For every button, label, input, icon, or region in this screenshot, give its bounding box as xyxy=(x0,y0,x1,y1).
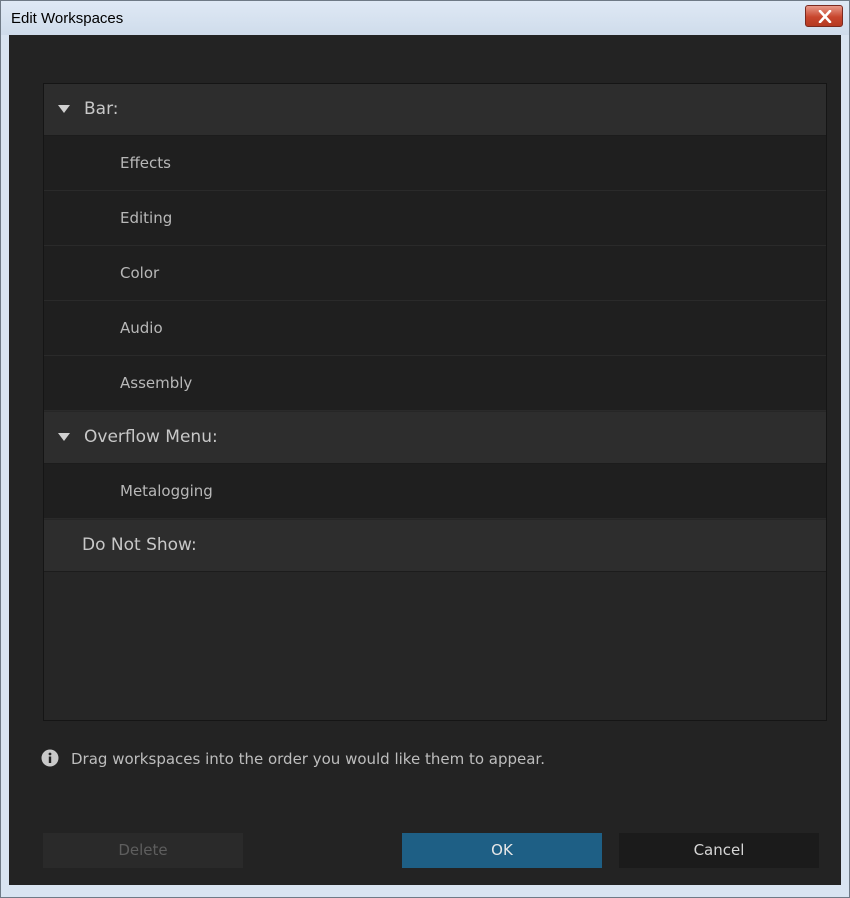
workspace-item-color[interactable]: Color xyxy=(44,246,826,301)
cancel-button[interactable]: Cancel xyxy=(619,833,819,868)
ok-button[interactable]: OK xyxy=(402,833,602,868)
edit-workspaces-dialog: Edit Workspaces Bar: Effects Editing Col… xyxy=(0,0,850,898)
workspace-item-effects[interactable]: Effects xyxy=(44,136,826,191)
dialog-body: Bar: Effects Editing Color Audio Assembl… xyxy=(9,35,841,891)
group-header-do-not-show[interactable]: Do Not Show: xyxy=(44,520,826,572)
info-icon xyxy=(41,749,59,767)
title-bar[interactable]: Edit Workspaces xyxy=(1,1,849,35)
caret-down-icon[interactable] xyxy=(58,105,70,113)
close-icon xyxy=(818,10,832,23)
close-button[interactable] xyxy=(805,5,843,27)
window-title: Edit Workspaces xyxy=(11,10,124,27)
workspace-label: Color xyxy=(120,264,160,282)
workspace-item-editing[interactable]: Editing xyxy=(44,191,826,246)
delete-button[interactable]: Delete xyxy=(43,833,243,868)
group-header-bar[interactable]: Bar: xyxy=(44,84,826,136)
workspace-label: Metalogging xyxy=(120,482,213,500)
group-header-overflow-menu[interactable]: Overflow Menu: xyxy=(44,412,826,464)
workspace-item-assembly[interactable]: Assembly xyxy=(44,356,826,411)
workspace-label: Audio xyxy=(120,319,163,337)
workspace-label: Assembly xyxy=(120,374,193,392)
workspace-item-metalogging[interactable]: Metalogging xyxy=(44,464,826,519)
workspace-label: Editing xyxy=(120,209,173,227)
group-label-bar: Bar: xyxy=(84,99,119,119)
group-label-overflow-menu: Overflow Menu: xyxy=(84,427,218,447)
workspace-list: Bar: Effects Editing Color Audio Assembl… xyxy=(43,83,827,721)
group-label-do-not-show: Do Not Show: xyxy=(82,535,197,555)
caret-down-icon[interactable] xyxy=(58,433,70,441)
workspace-label: Effects xyxy=(120,154,171,172)
hint-text: Drag workspaces into the order you would… xyxy=(71,750,545,768)
workspace-item-audio[interactable]: Audio xyxy=(44,301,826,356)
window-frame-bottom xyxy=(9,885,841,891)
